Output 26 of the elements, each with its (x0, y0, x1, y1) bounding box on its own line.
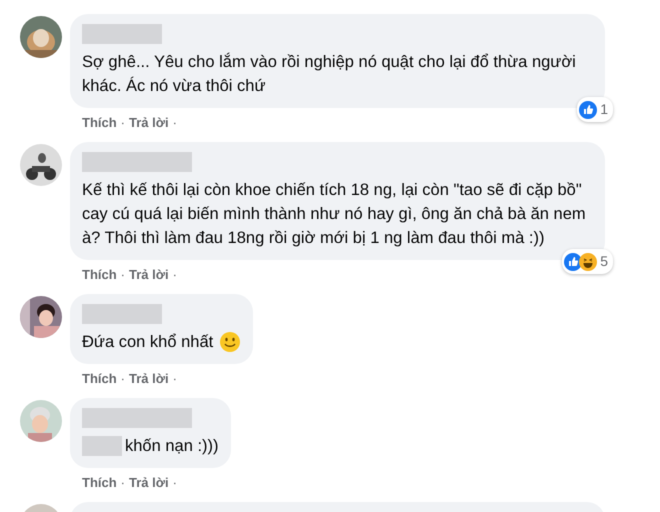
separator-dot: · (120, 266, 126, 284)
separator-dot: · (172, 114, 177, 132)
action-link[interactable]: Thích (82, 474, 117, 492)
laughing-face-icon (579, 252, 598, 270)
separator-dot: · (172, 474, 177, 492)
action-link[interactable]: Trả lời (129, 370, 169, 388)
action-link[interactable]: Trả lời (129, 474, 169, 492)
thumbs-up-icon (579, 100, 598, 118)
reaction-count: 1 (600, 100, 608, 119)
comment-text: Kế thì kế thôi lại còn khoe chiến tích 18 ng, lại còn "tao sẽ đi cặp bồ" cay cú quá lại biến mình thành như nó hay gì, ông ăn chả bà ăn nem à? Thôi thì làm đau 18ng rồi giờ mới bị 1 ng làm đau thôi mà :)) (82, 180, 587, 249)
comment-text: Sợ ghê... Yêu cho lắm vào rồi nghiệp nó quật cho lại đổ thừa người khác. Ác nó vừa thôi chứ (82, 52, 577, 97)
separator-dot: · (120, 474, 126, 492)
reaction-summary[interactable]: 5 (562, 249, 613, 274)
action-link[interactable]: Trả lời (129, 266, 169, 284)
separator-dot: · (120, 114, 126, 132)
reaction-summary[interactable]: 1 (577, 97, 613, 122)
comment-text: khốn nạn :))) (125, 436, 219, 457)
separator-dot: · (172, 266, 177, 284)
separator-dot: · (120, 370, 126, 388)
action-link[interactable]: Thích (82, 266, 117, 284)
action-link[interactable]: Trả lời (129, 114, 169, 132)
reaction-count: 5 (600, 252, 608, 271)
comment-text: Đứa con khổ nhất (82, 332, 214, 353)
action-link[interactable]: Thích (82, 114, 117, 132)
separator-dot: · (172, 370, 177, 388)
action-link[interactable]: Thích (82, 370, 117, 388)
